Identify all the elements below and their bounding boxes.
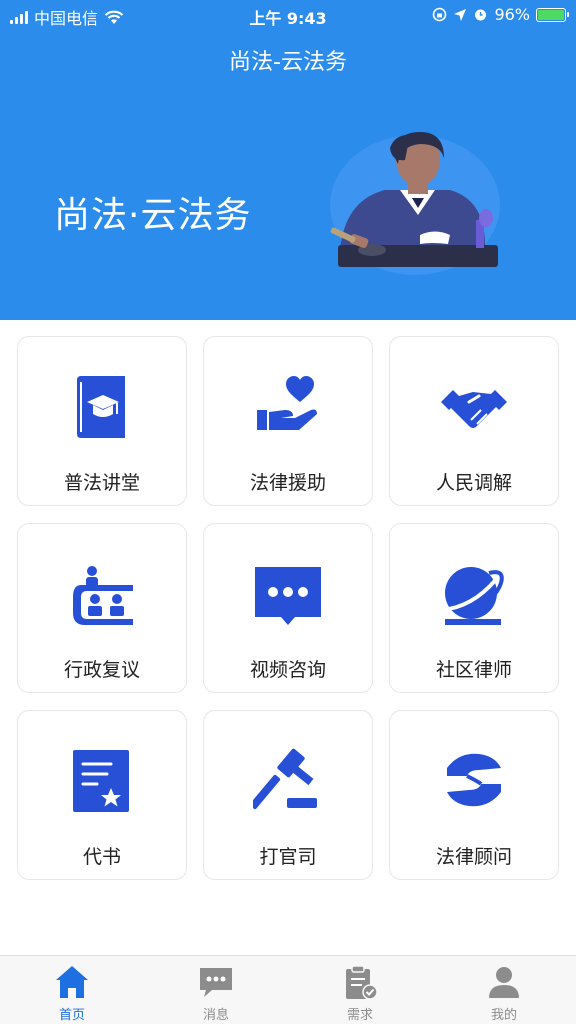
user-icon <box>489 967 519 998</box>
gavel-icon <box>253 748 317 810</box>
service-card-mediation[interactable]: 人民调解 <box>389 336 559 506</box>
service-card-community-lawyer[interactable]: 社区律师 <box>389 523 559 693</box>
battery-icon <box>536 7 569 22</box>
heart-hand-icon <box>257 376 317 430</box>
tab-label: 我的 <box>490 1008 517 1023</box>
tab-label: 需求 <box>346 1008 373 1023</box>
service-card-document-writing[interactable]: 代书 <box>17 710 187 880</box>
message-icon <box>200 968 232 997</box>
bottom-tab-bar: 首页 消息 需求 我的 <box>0 955 576 1024</box>
hero-title: 尚法·云法务 <box>54 195 252 236</box>
service-grid: 普法讲堂 法律援助 人民调解 行政复议 视频咨询 社区律师 代书 打官司 法律顾… <box>17 336 559 880</box>
tab-label: 消息 <box>202 1008 229 1023</box>
meeting-icon <box>73 566 133 625</box>
tab-home[interactable]: 首页 <box>0 956 144 1024</box>
document-star-icon <box>73 750 129 812</box>
service-label: 普法讲堂 <box>63 472 140 494</box>
service-label: 代书 <box>82 846 121 868</box>
alarm-icon <box>475 9 487 21</box>
handshake-icon <box>441 390 507 428</box>
service-card-legal-advisor[interactable]: 法律顾问 <box>389 710 559 880</box>
home-icon <box>56 966 88 998</box>
status-bar: 中国电信 上午 9:43 96% <box>0 0 576 30</box>
service-card-video-consult[interactable]: 视频咨询 <box>203 523 373 693</box>
judge-illustration <box>330 132 500 275</box>
clipboard-icon <box>346 965 378 1000</box>
service-card-law-lecture[interactable]: 普法讲堂 <box>17 336 187 506</box>
service-card-litigation[interactable]: 打官司 <box>203 710 373 880</box>
service-label: 人民调解 <box>435 472 512 494</box>
service-card-admin-review[interactable]: 行政复议 <box>17 523 187 693</box>
service-label: 社区律师 <box>435 659 512 681</box>
service-label: 法律顾问 <box>435 846 512 868</box>
service-label: 视频咨询 <box>249 659 326 681</box>
rotation-lock-icon <box>433 7 447 22</box>
hands-icon <box>447 753 501 807</box>
header-banner: 中国电信 上午 9:43 96% 尚法-云法务 尚法·云法务 <box>0 0 576 320</box>
tab-label: 首页 <box>58 1008 85 1023</box>
service-label: 打官司 <box>259 846 317 868</box>
battery-percent: 96% <box>494 5 530 24</box>
tab-messages[interactable]: 消息 <box>144 956 288 1024</box>
location-icon <box>454 8 467 21</box>
chat-bubble-icon <box>255 567 321 625</box>
tab-profile[interactable]: 我的 <box>432 956 576 1024</box>
book-icon <box>77 376 125 438</box>
service-card-legal-aid[interactable]: 法律援助 <box>203 336 373 506</box>
service-label: 行政复议 <box>63 659 140 681</box>
tab-requests[interactable]: 需求 <box>288 956 432 1024</box>
page-title: 尚法-云法务 <box>229 50 347 75</box>
globe-icon <box>445 567 504 625</box>
service-label: 法律援助 <box>249 472 326 494</box>
